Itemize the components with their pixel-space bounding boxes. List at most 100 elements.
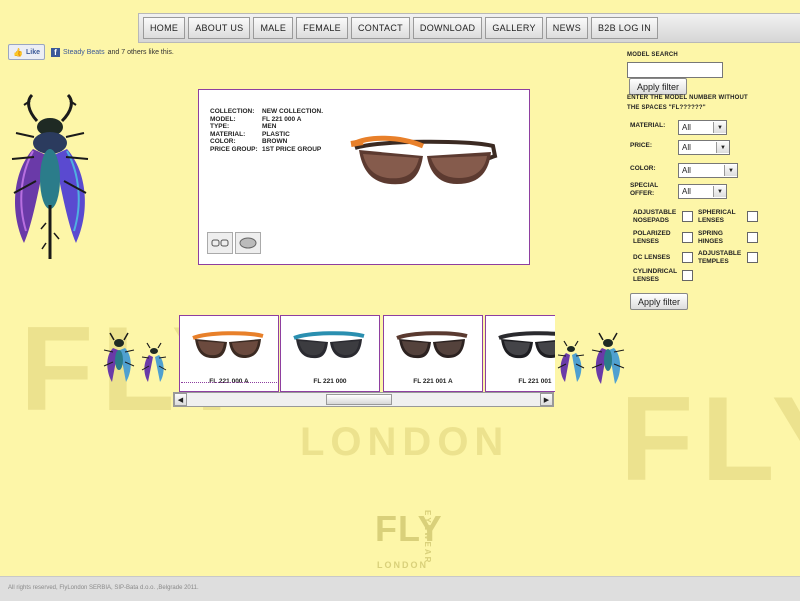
checkbox-label: DC LENSES: [633, 254, 671, 261]
sunglasses-image: [350, 135, 498, 185]
filter-select[interactable]: All ▼: [678, 184, 727, 199]
select-value: All: [682, 187, 691, 196]
spec-key: COLLECTION:: [210, 108, 255, 115]
like-count-text: and 7 others like this.: [107, 48, 174, 56]
spec-row: MODEL: FL 221 000 A: [210, 116, 323, 124]
carousel-item[interactable]: FL 221 000 A: [179, 315, 279, 392]
selected-indicator: [181, 382, 277, 383]
spec-value: NEW COLLECTION.: [262, 108, 324, 115]
checkbox-label: LENSES: [633, 238, 660, 245]
nav-b2b-log-in[interactable]: B2B LOG IN: [591, 17, 659, 39]
nav-news[interactable]: NEWS: [545, 17, 588, 39]
carousel-scrollbar[interactable]: ◀ ▶: [173, 392, 554, 407]
beetle-left-2: [141, 342, 167, 382]
checkbox-label: ADJUSTABLE: [698, 250, 742, 257]
carousel-item[interactable]: FL 221 000: [280, 315, 380, 392]
spec-value: PLASTIC: [262, 130, 290, 138]
carousel-item[interactable]: FL 221 001: [485, 315, 555, 392]
product-specs: COLLECTION: NEW COLLECTION. MODEL: FL 221 0…: [210, 108, 323, 154]
spec-row: MATERIAL: PLASTIC: [210, 131, 323, 139]
feature-icons: [207, 232, 261, 254]
spec-value: MEN: [262, 123, 277, 131]
chevron-down-icon[interactable]: ▼: [713, 122, 726, 133]
beetle-right-1: [557, 340, 585, 382]
spec-row: PRICE GROUP: 1ST PRICE GROUP: [210, 146, 323, 154]
select-value: All: [682, 143, 691, 152]
scroll-right-arrow-icon[interactable]: ▶: [540, 393, 553, 406]
nav-male[interactable]: MALE: [253, 17, 294, 39]
spec-key: TYPE:: [210, 123, 230, 131]
spec-value: 1ST PRICE GROUP: [262, 145, 322, 153]
checkbox-label: LENSES: [633, 276, 660, 283]
product-detail-panel: COLLECTION: NEW COLLECTION. MODEL: FL 221 0…: [198, 89, 530, 265]
carousel-item-label: FL 221 000: [313, 378, 347, 385]
facebook-icon: f: [50, 47, 60, 57]
carousel-item[interactable]: FL 221 001 A: [383, 315, 483, 392]
stag-beetle-illustration: [11, 93, 89, 259]
chevron-down-icon[interactable]: ▼: [724, 165, 737, 176]
frame-shape-icon: [207, 232, 233, 254]
sunglasses-thumbnail: [293, 331, 365, 359]
facebook-like-widget: 👍 Like f Steady Beats and 7 others like …: [8, 44, 174, 60]
checkbox-label: LENSES: [698, 217, 725, 224]
brand-logo: FLY EYEWEAR LONDON: [375, 508, 443, 570]
carousel-item-label: FL 221 001 A: [413, 378, 453, 385]
filter-select[interactable]: All ▼: [678, 120, 727, 135]
model-search-title: MODEL SEARCH: [627, 52, 678, 58]
nav-female[interactable]: FEMALE: [296, 17, 348, 39]
nav-gallery[interactable]: GALLERY: [485, 17, 543, 39]
filter-select[interactable]: All ▼: [678, 140, 730, 155]
watermark-fly-right: FLY: [620, 372, 800, 506]
nav-home[interactable]: HOME: [143, 17, 186, 39]
filter-label: COLOR:: [630, 165, 656, 172]
filter-checkbox[interactable]: [747, 232, 758, 243]
filter-checkbox[interactable]: [682, 252, 693, 263]
spec-row: TYPE: MEN: [210, 123, 323, 131]
friend-name-link[interactable]: Steady Beats: [63, 49, 105, 56]
sunglasses-thumbnail: [396, 331, 468, 359]
filter-checkbox[interactable]: [682, 211, 693, 222]
main-nav: HOME ABOUT US MALE FEMALE CONTACT DOWNLOAD GAL…: [138, 13, 800, 43]
checkbox-label: TEMPLES: [698, 258, 729, 265]
spec-key: PRICE GROUP:: [210, 145, 258, 153]
thumbs-up-icon: 👍: [13, 47, 23, 57]
filter-checkbox[interactable]: [682, 232, 693, 243]
nav-contact[interactable]: CONTACT: [350, 17, 410, 39]
filter-label: MATERIAL:: [630, 122, 666, 129]
nav-download[interactable]: DOWNLOAD: [412, 17, 483, 39]
filter-checkbox[interactable]: [747, 252, 758, 263]
spec-value: FL 221 000 A: [262, 115, 302, 123]
checkbox-label: POLARIZED: [633, 230, 671, 237]
spec-row: COLLECTION: NEW COLLECTION.: [210, 108, 323, 116]
scroll-left-arrow-icon[interactable]: ◀: [174, 393, 187, 406]
sunglasses-thumbnail: [192, 331, 264, 359]
lens-icon: [235, 232, 261, 254]
chevron-down-icon[interactable]: ▼: [713, 186, 726, 197]
search-hint-line2: THE SPACES "FL??????": [627, 105, 706, 111]
checkbox-label: ADJUSTABLE: [633, 209, 677, 216]
copyright-text: All rights reserved, FlyLondon SERBIA, S…: [8, 585, 199, 591]
search-apply-filter-button[interactable]: Apply filter: [629, 78, 688, 95]
like-label: Like: [25, 48, 40, 56]
filter-panel: MODEL SEARCH Apply filter ENTER THE MODE…: [627, 52, 797, 312]
scrollbar-thumb[interactable]: [326, 394, 392, 405]
checkbox-label: HINGES: [698, 238, 723, 245]
footer: All rights reserved, FlyLondon SERBIA, S…: [0, 576, 800, 601]
filter-label: OFFER:: [630, 190, 655, 197]
spec-key: MODEL:: [210, 115, 236, 123]
filter-checkbox[interactable]: [747, 211, 758, 222]
filter-checkbox[interactable]: [682, 270, 693, 281]
checkbox-label: SPRING: [698, 230, 723, 237]
apply-filter-button[interactable]: Apply filter: [630, 293, 689, 310]
watermark-london-center: LONDON: [300, 420, 510, 464]
carousel-item-label: FL 221 001: [518, 378, 552, 385]
model-search-input[interactable]: [627, 62, 723, 78]
like-button[interactable]: 👍 Like: [8, 44, 45, 60]
filter-label: PRICE:: [630, 142, 653, 149]
chevron-down-icon[interactable]: ▼: [716, 142, 729, 153]
spec-value: BROWN: [262, 138, 288, 146]
nav-about-us[interactable]: ABOUT US: [188, 17, 251, 39]
filter-select[interactable]: All ▼: [678, 163, 738, 178]
checkbox-label: SPHERICAL: [698, 209, 736, 216]
select-value: All: [682, 123, 691, 132]
